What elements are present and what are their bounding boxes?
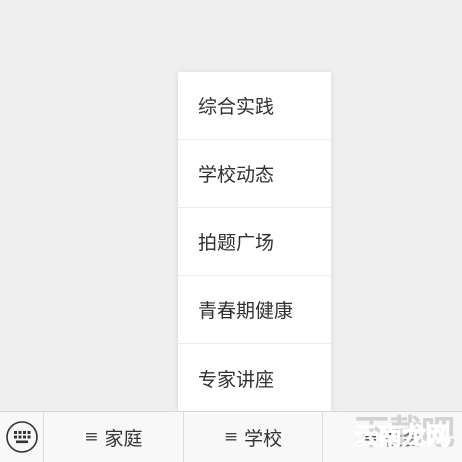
- menu-society[interactable]: ≡ 社会: [323, 412, 462, 462]
- menu-label: 社会: [383, 427, 422, 450]
- bottom-menu-bar: ≡ 家庭 ≡ 学校 ≡ 社会: [0, 411, 462, 462]
- submenu-item-comprehensive-practice[interactable]: 综合实践: [178, 72, 331, 140]
- submenu-popup: 综合实践 学校动态 拍题广场 青春期健康 专家讲座: [178, 72, 331, 412]
- menu-list-icon: ≡: [223, 427, 239, 447]
- submenu-item-photo-square[interactable]: 拍题广场: [178, 208, 331, 276]
- submenu-item-adolescent-health[interactable]: 青春期健康: [178, 276, 331, 344]
- submenu-item-label: 青春期健康: [198, 300, 294, 322]
- submenu-item-expert-lecture[interactable]: 专家讲座: [178, 344, 331, 412]
- menu-label: 学校: [244, 427, 283, 450]
- menu-family[interactable]: ≡ 家庭: [44, 412, 184, 462]
- menu-list-icon: ≡: [84, 427, 99, 447]
- submenu-item-label: 专家讲座: [198, 368, 275, 391]
- submenu-item-label: 拍题广场: [198, 232, 275, 254]
- submenu-item-label: 综合实践: [198, 96, 275, 118]
- keyboard-icon: [5, 421, 38, 453]
- submenu-item-school-news[interactable]: 学校动态: [178, 140, 331, 208]
- keyboard-toggle-button[interactable]: [0, 412, 44, 462]
- submenu-item-label: 学校动态: [198, 164, 275, 186]
- menu-list-icon: ≡: [363, 427, 378, 447]
- menu-school[interactable]: ≡ 学校: [184, 412, 324, 462]
- menu-label: 家庭: [104, 427, 143, 450]
